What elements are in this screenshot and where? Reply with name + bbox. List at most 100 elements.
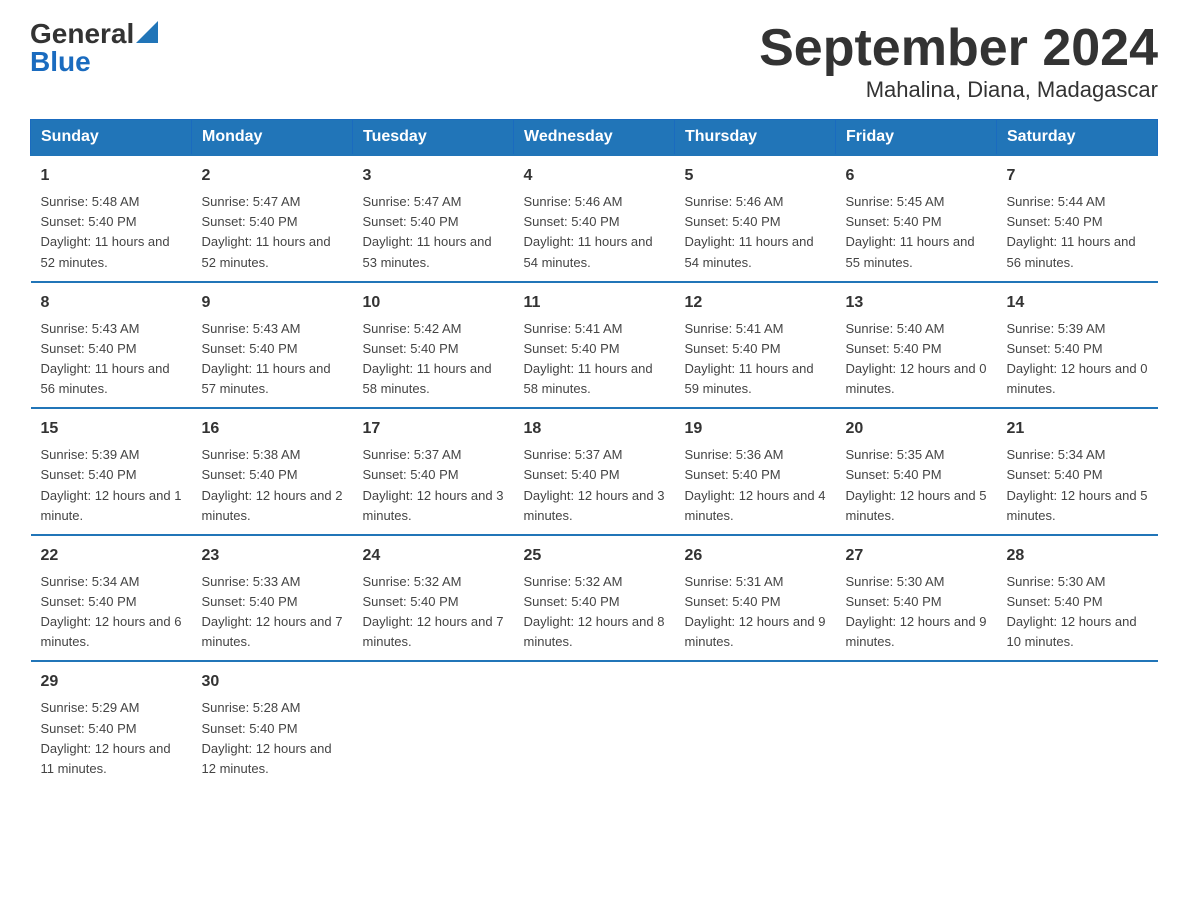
day-info: Sunrise: 5:43 AMSunset: 5:40 PMDaylight:… <box>202 321 331 396</box>
day-number: 20 <box>846 417 987 441</box>
day-info: Sunrise: 5:28 AMSunset: 5:40 PMDaylight:… <box>202 700 332 775</box>
logo-blue: Blue <box>30 48 91 76</box>
calendar-table: Sunday Monday Tuesday Wednesday Thursday… <box>30 119 1158 787</box>
header-thursday: Thursday <box>675 120 836 156</box>
calendar-cell: 14 Sunrise: 5:39 AMSunset: 5:40 PMDaylig… <box>997 282 1158 409</box>
calendar-cell <box>514 661 675 787</box>
day-number: 17 <box>363 417 504 441</box>
day-number: 16 <box>202 417 343 441</box>
day-info: Sunrise: 5:40 AMSunset: 5:40 PMDaylight:… <box>846 321 987 396</box>
day-number: 4 <box>524 164 665 188</box>
day-info: Sunrise: 5:32 AMSunset: 5:40 PMDaylight:… <box>363 574 504 649</box>
day-info: Sunrise: 5:39 AMSunset: 5:40 PMDaylight:… <box>41 447 182 522</box>
day-number: 24 <box>363 544 504 568</box>
day-info: Sunrise: 5:41 AMSunset: 5:40 PMDaylight:… <box>685 321 814 396</box>
calendar-cell: 29 Sunrise: 5:29 AMSunset: 5:40 PMDaylig… <box>31 661 192 787</box>
header-sunday: Sunday <box>31 120 192 156</box>
week-row: 8 Sunrise: 5:43 AMSunset: 5:40 PMDayligh… <box>31 282 1158 409</box>
day-number: 15 <box>41 417 182 441</box>
day-number: 29 <box>41 670 182 694</box>
day-number: 21 <box>1007 417 1148 441</box>
calendar-cell: 15 Sunrise: 5:39 AMSunset: 5:40 PMDaylig… <box>31 408 192 535</box>
calendar-header-row: Sunday Monday Tuesday Wednesday Thursday… <box>31 120 1158 156</box>
logo-flag-icon <box>136 21 158 43</box>
day-number: 9 <box>202 291 343 315</box>
day-number: 3 <box>363 164 504 188</box>
logo-general: General <box>30 20 134 48</box>
day-number: 11 <box>524 291 665 315</box>
calendar-cell: 13 Sunrise: 5:40 AMSunset: 5:40 PMDaylig… <box>836 282 997 409</box>
day-info: Sunrise: 5:37 AMSunset: 5:40 PMDaylight:… <box>524 447 665 522</box>
day-info: Sunrise: 5:44 AMSunset: 5:40 PMDaylight:… <box>1007 194 1136 269</box>
week-row: 22 Sunrise: 5:34 AMSunset: 5:40 PMDaylig… <box>31 535 1158 662</box>
calendar-cell: 8 Sunrise: 5:43 AMSunset: 5:40 PMDayligh… <box>31 282 192 409</box>
calendar-cell: 28 Sunrise: 5:30 AMSunset: 5:40 PMDaylig… <box>997 535 1158 662</box>
calendar-cell: 5 Sunrise: 5:46 AMSunset: 5:40 PMDayligh… <box>675 155 836 282</box>
page-header: General Blue September 2024 Mahalina, Di… <box>30 20 1158 103</box>
calendar-cell: 25 Sunrise: 5:32 AMSunset: 5:40 PMDaylig… <box>514 535 675 662</box>
day-number: 7 <box>1007 164 1148 188</box>
calendar-cell: 22 Sunrise: 5:34 AMSunset: 5:40 PMDaylig… <box>31 535 192 662</box>
day-number: 19 <box>685 417 826 441</box>
title-block: September 2024 Mahalina, Diana, Madagasc… <box>759 20 1158 103</box>
day-info: Sunrise: 5:46 AMSunset: 5:40 PMDaylight:… <box>524 194 653 269</box>
day-info: Sunrise: 5:29 AMSunset: 5:40 PMDaylight:… <box>41 700 171 775</box>
day-number: 2 <box>202 164 343 188</box>
day-number: 10 <box>363 291 504 315</box>
calendar-cell <box>353 661 514 787</box>
day-info: Sunrise: 5:31 AMSunset: 5:40 PMDaylight:… <box>685 574 826 649</box>
calendar-cell: 9 Sunrise: 5:43 AMSunset: 5:40 PMDayligh… <box>192 282 353 409</box>
calendar-cell <box>675 661 836 787</box>
day-info: Sunrise: 5:48 AMSunset: 5:40 PMDaylight:… <box>41 194 170 269</box>
calendar-cell <box>836 661 997 787</box>
day-info: Sunrise: 5:32 AMSunset: 5:40 PMDaylight:… <box>524 574 665 649</box>
calendar-cell: 7 Sunrise: 5:44 AMSunset: 5:40 PMDayligh… <box>997 155 1158 282</box>
page-subtitle: Mahalina, Diana, Madagascar <box>759 77 1158 103</box>
day-info: Sunrise: 5:38 AMSunset: 5:40 PMDaylight:… <box>202 447 343 522</box>
day-number: 23 <box>202 544 343 568</box>
calendar-cell: 24 Sunrise: 5:32 AMSunset: 5:40 PMDaylig… <box>353 535 514 662</box>
day-number: 30 <box>202 670 343 694</box>
logo: General Blue <box>30 20 158 76</box>
day-info: Sunrise: 5:30 AMSunset: 5:40 PMDaylight:… <box>846 574 987 649</box>
header-tuesday: Tuesday <box>353 120 514 156</box>
day-info: Sunrise: 5:39 AMSunset: 5:40 PMDaylight:… <box>1007 321 1148 396</box>
day-info: Sunrise: 5:42 AMSunset: 5:40 PMDaylight:… <box>363 321 492 396</box>
calendar-cell: 19 Sunrise: 5:36 AMSunset: 5:40 PMDaylig… <box>675 408 836 535</box>
day-info: Sunrise: 5:41 AMSunset: 5:40 PMDaylight:… <box>524 321 653 396</box>
day-info: Sunrise: 5:45 AMSunset: 5:40 PMDaylight:… <box>846 194 975 269</box>
header-wednesday: Wednesday <box>514 120 675 156</box>
day-number: 26 <box>685 544 826 568</box>
calendar-cell: 16 Sunrise: 5:38 AMSunset: 5:40 PMDaylig… <box>192 408 353 535</box>
day-info: Sunrise: 5:36 AMSunset: 5:40 PMDaylight:… <box>685 447 826 522</box>
day-number: 18 <box>524 417 665 441</box>
week-row: 15 Sunrise: 5:39 AMSunset: 5:40 PMDaylig… <box>31 408 1158 535</box>
calendar-cell: 12 Sunrise: 5:41 AMSunset: 5:40 PMDaylig… <box>675 282 836 409</box>
calendar-cell: 11 Sunrise: 5:41 AMSunset: 5:40 PMDaylig… <box>514 282 675 409</box>
day-number: 1 <box>41 164 182 188</box>
calendar-cell: 3 Sunrise: 5:47 AMSunset: 5:40 PMDayligh… <box>353 155 514 282</box>
calendar-cell: 26 Sunrise: 5:31 AMSunset: 5:40 PMDaylig… <box>675 535 836 662</box>
day-info: Sunrise: 5:47 AMSunset: 5:40 PMDaylight:… <box>202 194 331 269</box>
week-row: 1 Sunrise: 5:48 AMSunset: 5:40 PMDayligh… <box>31 155 1158 282</box>
day-info: Sunrise: 5:34 AMSunset: 5:40 PMDaylight:… <box>41 574 182 649</box>
calendar-cell: 18 Sunrise: 5:37 AMSunset: 5:40 PMDaylig… <box>514 408 675 535</box>
calendar-cell: 17 Sunrise: 5:37 AMSunset: 5:40 PMDaylig… <box>353 408 514 535</box>
calendar-cell: 10 Sunrise: 5:42 AMSunset: 5:40 PMDaylig… <box>353 282 514 409</box>
calendar-cell: 2 Sunrise: 5:47 AMSunset: 5:40 PMDayligh… <box>192 155 353 282</box>
day-info: Sunrise: 5:47 AMSunset: 5:40 PMDaylight:… <box>363 194 492 269</box>
calendar-cell: 20 Sunrise: 5:35 AMSunset: 5:40 PMDaylig… <box>836 408 997 535</box>
day-number: 14 <box>1007 291 1148 315</box>
header-friday: Friday <box>836 120 997 156</box>
day-info: Sunrise: 5:46 AMSunset: 5:40 PMDaylight:… <box>685 194 814 269</box>
day-info: Sunrise: 5:30 AMSunset: 5:40 PMDaylight:… <box>1007 574 1137 649</box>
day-info: Sunrise: 5:35 AMSunset: 5:40 PMDaylight:… <box>846 447 987 522</box>
day-info: Sunrise: 5:33 AMSunset: 5:40 PMDaylight:… <box>202 574 343 649</box>
day-number: 28 <box>1007 544 1148 568</box>
day-number: 25 <box>524 544 665 568</box>
day-info: Sunrise: 5:37 AMSunset: 5:40 PMDaylight:… <box>363 447 504 522</box>
calendar-cell: 23 Sunrise: 5:33 AMSunset: 5:40 PMDaylig… <box>192 535 353 662</box>
day-number: 5 <box>685 164 826 188</box>
day-info: Sunrise: 5:34 AMSunset: 5:40 PMDaylight:… <box>1007 447 1148 522</box>
day-number: 6 <box>846 164 987 188</box>
